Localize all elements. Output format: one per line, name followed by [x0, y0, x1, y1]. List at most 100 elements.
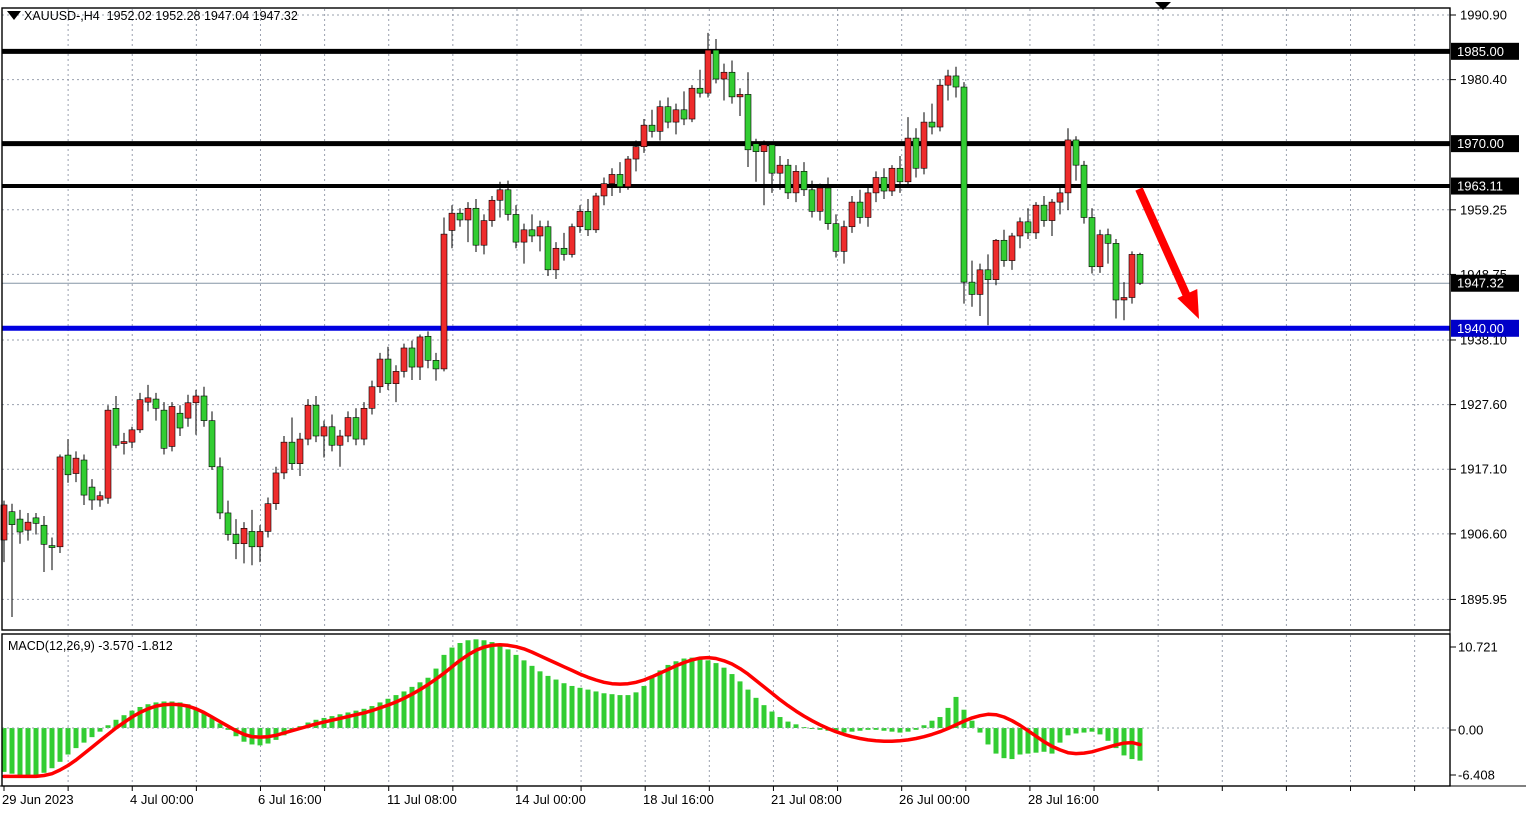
macd-histogram-bar — [578, 688, 583, 728]
candle-bear — [833, 224, 839, 252]
macd-histogram-bar — [58, 728, 63, 762]
candle-bull — [297, 439, 303, 464]
candle-bull — [993, 240, 999, 279]
candle-bear — [457, 213, 463, 220]
candle-bull — [865, 193, 871, 218]
candle-bull — [569, 227, 575, 255]
price-axis-label: 1980.40 — [1460, 72, 1507, 87]
candle-bear — [329, 427, 335, 445]
macd-histogram-bar — [1106, 728, 1111, 741]
candle-bear — [225, 513, 231, 535]
candle-bear — [753, 144, 759, 152]
candle-bear — [913, 138, 919, 168]
macd-histogram-bar — [762, 705, 767, 728]
macd-histogram-bar — [842, 728, 847, 733]
candle-bull — [241, 528, 247, 543]
candle-bull — [377, 359, 383, 387]
candle-bull — [401, 348, 407, 371]
macd-histogram-bar — [946, 708, 951, 728]
candle-bull — [193, 396, 199, 403]
macd-histogram-bar — [1002, 728, 1007, 758]
candle-bull — [73, 458, 79, 473]
mt4-chart-window: 1990.901980.401959.251948.751938.101927.… — [0, 0, 1526, 813]
candle-bear — [249, 531, 255, 546]
price-axis-label: 1895.95 — [1460, 592, 1507, 607]
candle-bull — [105, 410, 111, 498]
price-badge-label: 1970.00 — [1457, 136, 1504, 151]
candle-bear — [681, 110, 687, 119]
candle-bear — [617, 174, 623, 186]
macd-histogram-bar — [714, 663, 719, 728]
main-chart-area[interactable] — [2, 8, 1450, 630]
time-axis-label[interactable]: 26 Jul 00:00 — [899, 792, 970, 807]
time-axis-label[interactable]: 28 Jul 16:00 — [1028, 792, 1099, 807]
candle-bull — [1097, 235, 1103, 267]
macd-histogram-bar — [594, 691, 599, 728]
candle-bull — [945, 76, 951, 85]
candle-bull — [633, 147, 639, 159]
candle-bull — [281, 442, 287, 473]
candle-bear — [809, 190, 815, 212]
candle-bull — [1009, 236, 1015, 261]
macd-histogram-bar — [978, 728, 983, 733]
candle-bull — [169, 406, 175, 446]
price-axis-label: 1927.60 — [1460, 397, 1507, 412]
macd-histogram-bar — [770, 712, 775, 728]
macd-histogram-bar — [1058, 728, 1063, 743]
candle-bull — [497, 190, 503, 200]
candle-bear — [897, 168, 903, 182]
macd-histogram-bar — [50, 728, 55, 768]
candle-bear — [177, 413, 183, 428]
time-axis-label[interactable]: 6 Jul 16:00 — [258, 792, 322, 807]
candle-bull — [521, 230, 527, 242]
macd-histogram-bar — [898, 728, 903, 733]
candle-bull — [25, 522, 31, 530]
time-axis-label[interactable]: 29 Jun 2023 — [2, 792, 74, 807]
macd-axis-label: -6.408 — [1458, 768, 1495, 783]
macd-histogram-bar — [1050, 728, 1055, 754]
macd-histogram-bar — [522, 660, 527, 728]
macd-histogram-bar — [906, 728, 911, 732]
macd-histogram-bar — [746, 690, 751, 728]
macd-histogram-bar — [586, 690, 591, 728]
candle-bear — [289, 442, 295, 464]
time-axis-label[interactable]: 21 Jul 08:00 — [771, 792, 842, 807]
time-axis-label[interactable]: 4 Jul 00:00 — [130, 792, 194, 807]
candle-bear — [409, 348, 415, 367]
candle-bull — [977, 270, 983, 295]
candle-bull — [465, 208, 471, 220]
quote-line: XAUUSD-,H4 1952.02 1952.28 1947.04 1947.… — [24, 9, 298, 23]
candle-bear — [953, 76, 959, 87]
time-axis-label[interactable]: 18 Jul 16:00 — [643, 792, 714, 807]
candle-bull — [257, 531, 263, 546]
chart-canvas[interactable]: 1990.901980.401959.251948.751938.101927.… — [0, 0, 1526, 813]
candle-bear — [217, 467, 223, 513]
price-badge-label: 1940.00 — [1457, 321, 1504, 336]
time-axis-label[interactable]: 11 Jul 08:00 — [387, 792, 457, 807]
macd-histogram-bar — [18, 728, 23, 776]
macd-axis-label: 10.721 — [1458, 640, 1498, 655]
candle-bear — [785, 165, 791, 193]
candle-bear — [825, 188, 831, 224]
macd-histogram-bar — [34, 728, 39, 776]
price-badge-label: 1947.32 — [1457, 276, 1504, 291]
macd-histogram-bar — [530, 666, 535, 728]
macd-histogram-bar — [994, 728, 999, 754]
candle-bear — [1001, 240, 1007, 260]
candle-bull — [689, 88, 695, 119]
macd-indicator-label: MACD(12,26,9) -3.570 -1.812 — [8, 639, 173, 653]
price-axis-label: 1917.10 — [1460, 462, 1507, 477]
candle-bear — [585, 211, 591, 229]
macd-histogram-bar — [938, 717, 943, 728]
candle-bull — [657, 107, 663, 132]
candle-bear — [801, 171, 807, 189]
macd-histogram-bar — [778, 717, 783, 728]
macd-histogram-bar — [562, 683, 567, 728]
symbol-dropdown-icon[interactable] — [7, 11, 21, 20]
candle-bull — [265, 504, 271, 532]
candle-bull — [721, 72, 727, 79]
candle-bear — [1041, 205, 1047, 220]
time-axis-label[interactable]: 14 Jul 00:00 — [515, 792, 586, 807]
candle-bear — [9, 512, 15, 525]
candle-bull — [817, 188, 823, 211]
